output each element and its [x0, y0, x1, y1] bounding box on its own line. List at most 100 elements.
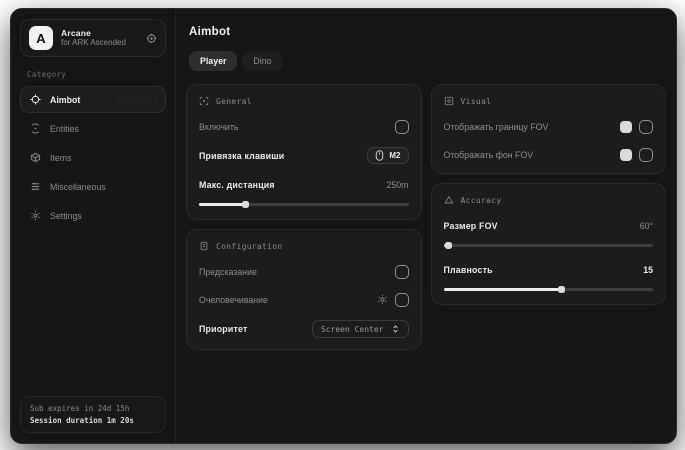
- fov-border-checkbox[interactable]: [639, 120, 653, 134]
- fov-border-row: Отображать границу FOV: [444, 119, 654, 134]
- slider-track: [444, 244, 654, 247]
- visual-panel-title: Visual: [461, 97, 492, 106]
- keybind-label: Привязка клавиши: [199, 151, 284, 161]
- session-footer: Sub expires in 24d 15h Session duration …: [20, 396, 166, 433]
- app-logo: A: [29, 26, 53, 50]
- slider-fill: [199, 203, 245, 206]
- app-subtitle: for ARK Ascended: [61, 38, 138, 48]
- eye-icon: [444, 96, 454, 106]
- tab-bar: Player Dino: [189, 51, 666, 71]
- sidebar-item-settings[interactable]: Settings: [20, 202, 166, 229]
- fov-border-controls: [620, 120, 653, 134]
- tab-dino[interactable]: Dino: [242, 51, 282, 71]
- sidebar: A Arcane for ARK Ascended Category: [11, 9, 176, 443]
- humanize-controls: [377, 293, 409, 307]
- main-content: Aimbot Player Dino General: [176, 9, 676, 443]
- humanize-row: Очеловечивание: [199, 292, 409, 307]
- sidebar-item-miscellaneous[interactable]: Miscellaneous: [20, 173, 166, 200]
- app-window: A Arcane for ARK Ascended Category: [10, 8, 677, 444]
- accuracy-panel-header: Accuracy: [444, 195, 654, 205]
- smoothness-row: Плавность 15: [444, 262, 654, 277]
- tab-player[interactable]: Player: [189, 51, 237, 71]
- keybind-row: Привязка клавиши M2: [199, 147, 409, 164]
- sidebar-item-label: Entities: [50, 124, 79, 134]
- distance-slider[interactable]: [199, 200, 409, 208]
- fov-size-slider[interactable]: [444, 241, 654, 249]
- sidebar-item-label: Miscellaneous: [50, 182, 106, 192]
- configuration-panel: Configuration Предсказание Очеловечивани…: [186, 229, 422, 350]
- logo-card: A Arcane for ARK Ascended: [20, 19, 166, 57]
- left-column: General Включить Привязка клавиши: [186, 84, 422, 350]
- mouse-icon: [375, 150, 384, 161]
- chevrons-up-down-icon: [391, 324, 400, 334]
- prediction-row: Предсказание: [199, 264, 409, 279]
- tune-icon: [199, 241, 209, 251]
- focus-icon: [199, 96, 209, 106]
- enable-label: Включить: [199, 122, 238, 132]
- category-label: Category: [27, 70, 166, 79]
- sidebar-item-items[interactable]: Items: [20, 144, 166, 171]
- prediction-label: Предсказание: [199, 267, 257, 277]
- priority-row: Приоритет Screen Center: [199, 320, 409, 338]
- keybind-value: M2: [389, 151, 400, 160]
- fov-bg-label: Отображать фон FOV: [444, 150, 534, 160]
- slider-thumb[interactable]: [445, 242, 452, 249]
- triangle-icon: [444, 195, 454, 205]
- slider-thumb[interactable]: [242, 201, 249, 208]
- sub-expires-text: Sub expires in 24d 15h: [30, 404, 156, 413]
- sliders-icon: [29, 181, 41, 192]
- humanize-gear-icon[interactable]: [377, 294, 388, 305]
- sidebar-item-entities[interactable]: Entities: [20, 115, 166, 142]
- fov-size-label: Размер FOV: [444, 221, 498, 231]
- slider-fill: [444, 288, 561, 291]
- distance-row: Макс. дистанция 250m: [199, 177, 409, 192]
- panel-columns: General Включить Привязка клавиши: [186, 84, 666, 350]
- keybind-button[interactable]: M2: [367, 147, 408, 164]
- general-panel: General Включить Привязка клавиши: [186, 84, 422, 220]
- fov-size-value: 60°: [640, 221, 653, 231]
- smoothness-slider[interactable]: [444, 285, 654, 293]
- sidebar-item-aimbot[interactable]: Aimbot Aimbot: [20, 86, 166, 113]
- prediction-checkbox[interactable]: [395, 265, 409, 279]
- humanize-label: Очеловечивание: [199, 295, 268, 305]
- slider-thumb[interactable]: [558, 286, 565, 293]
- priority-label: Приоритет: [199, 324, 247, 334]
- sidebar-item-label: Settings: [50, 211, 82, 221]
- humanize-checkbox[interactable]: [395, 293, 409, 307]
- crosshair-icon: [29, 94, 41, 105]
- priority-select[interactable]: Screen Center: [312, 320, 409, 338]
- fov-size-row: Размер FOV 60°: [444, 218, 654, 233]
- fov-bg-controls: [620, 148, 653, 162]
- priority-value: Screen Center: [321, 325, 384, 334]
- fov-bg-color-swatch[interactable]: [620, 149, 632, 161]
- enable-checkbox[interactable]: [395, 120, 409, 134]
- fov-bg-checkbox[interactable]: [639, 148, 653, 162]
- smoothness-label: Плавность: [444, 265, 493, 275]
- accuracy-panel: Accuracy Размер FOV 60° Плавность 15: [431, 183, 667, 305]
- sidebar-nav: Aimbot Aimbot Entities Items: [20, 86, 166, 229]
- radar-icon: [29, 123, 41, 134]
- sidebar-item-label: Aimbot: [50, 95, 80, 105]
- visual-panel-header: Visual: [444, 96, 654, 106]
- distance-value: 250m: [386, 180, 408, 190]
- fov-border-label: Отображать границу FOV: [444, 122, 549, 132]
- visual-panel: Visual Отображать границу FOV Отображать…: [431, 84, 667, 174]
- session-duration-text: Session duration 1m 20s: [30, 416, 156, 425]
- fov-border-color-swatch[interactable]: [620, 121, 632, 133]
- right-column: Visual Отображать границу FOV Отображать…: [431, 84, 667, 305]
- target-icon[interactable]: [146, 33, 157, 44]
- enable-row: Включить: [199, 119, 409, 134]
- distance-label: Макс. дистанция: [199, 180, 275, 190]
- configuration-panel-header: Configuration: [199, 241, 409, 251]
- gear-icon: [29, 210, 41, 221]
- fov-bg-row: Отображать фон FOV: [444, 147, 654, 162]
- app-name: Arcane: [61, 28, 138, 39]
- general-panel-header: General: [199, 96, 409, 106]
- app-identity: Arcane for ARK Ascended: [61, 28, 138, 49]
- package-icon: [29, 152, 41, 163]
- aimbot-ghost-watermark: Aimbot: [116, 94, 157, 106]
- accuracy-panel-title: Accuracy: [461, 196, 502, 205]
- smoothness-value: 15: [643, 265, 653, 275]
- configuration-panel-title: Configuration: [216, 242, 283, 251]
- sidebar-item-label: Items: [50, 153, 72, 163]
